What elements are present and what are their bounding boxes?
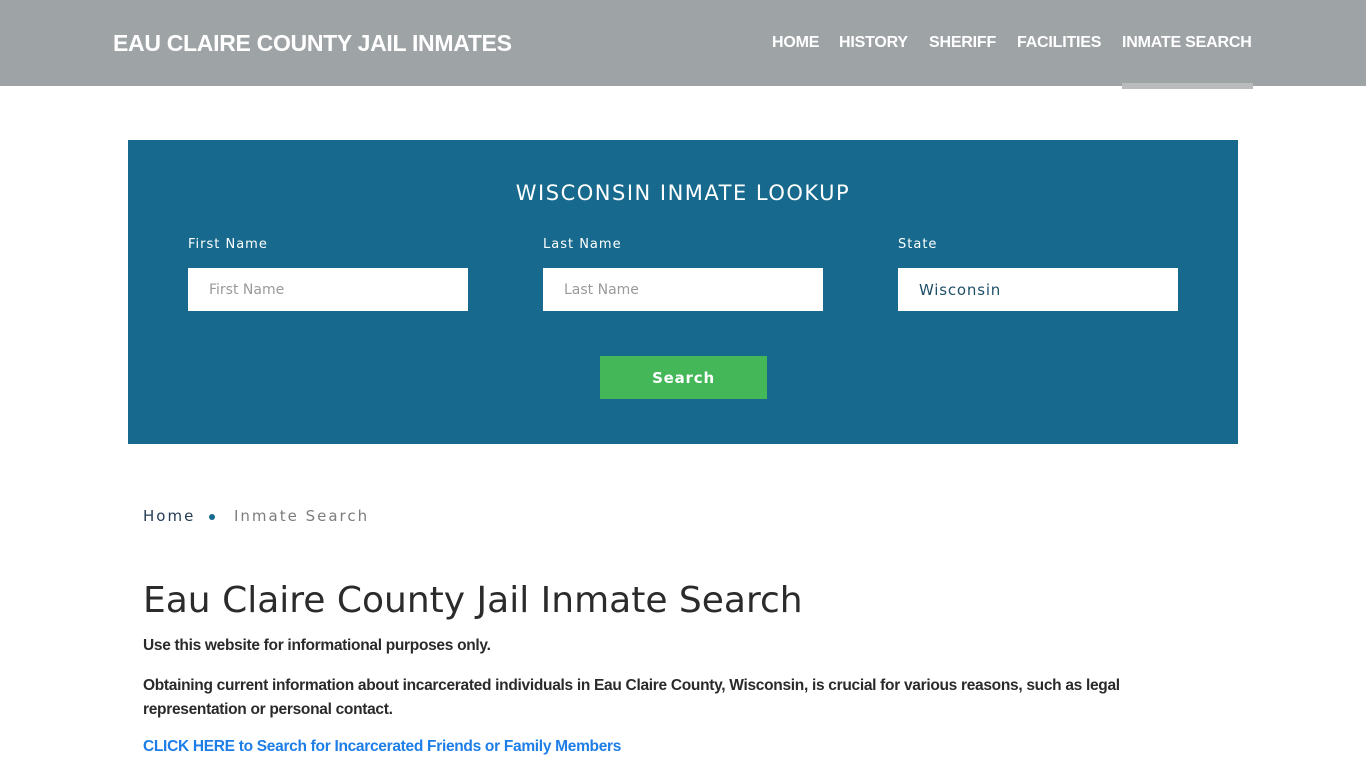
active-nav-indicator [1122,83,1253,89]
site-header: EAU CLAIRE COUNTY JAIL INMATES HOME HIST… [0,0,1366,86]
nav-sheriff[interactable]: SHERIFF [929,34,996,52]
breadcrumb-separator-dot [209,514,215,520]
disclaimer-text: Use this website for informational purpo… [143,637,491,654]
breadcrumb-current: Inmate Search [234,507,370,525]
nav-home[interactable]: HOME [772,34,819,52]
search-button[interactable]: Search [600,356,767,399]
breadcrumb-home-link[interactable]: Home [143,507,195,525]
nav-facilities[interactable]: FACILITIES [1017,34,1101,52]
state-label: State [898,237,938,252]
nav-inmate-search[interactable]: INMATE SEARCH [1122,34,1252,52]
intro-paragraph: Obtaining current information about inca… [143,677,1120,718]
lookup-title: WISCONSIN INMATE LOOKUP [515,181,851,205]
nav-history[interactable]: HISTORY [839,34,908,52]
last-name-label: Last Name [543,237,622,252]
state-input[interactable] [898,268,1178,311]
last-name-input[interactable] [543,268,823,311]
search-family-link[interactable]: CLICK HERE to Search for Incarcerated Fr… [143,738,621,756]
page-title: Eau Claire County Jail Inmate Search [143,580,803,621]
first-name-label: First Name [188,237,268,252]
site-title-link[interactable]: EAU CLAIRE COUNTY JAIL INMATES [113,30,512,57]
first-name-input[interactable] [188,268,468,311]
